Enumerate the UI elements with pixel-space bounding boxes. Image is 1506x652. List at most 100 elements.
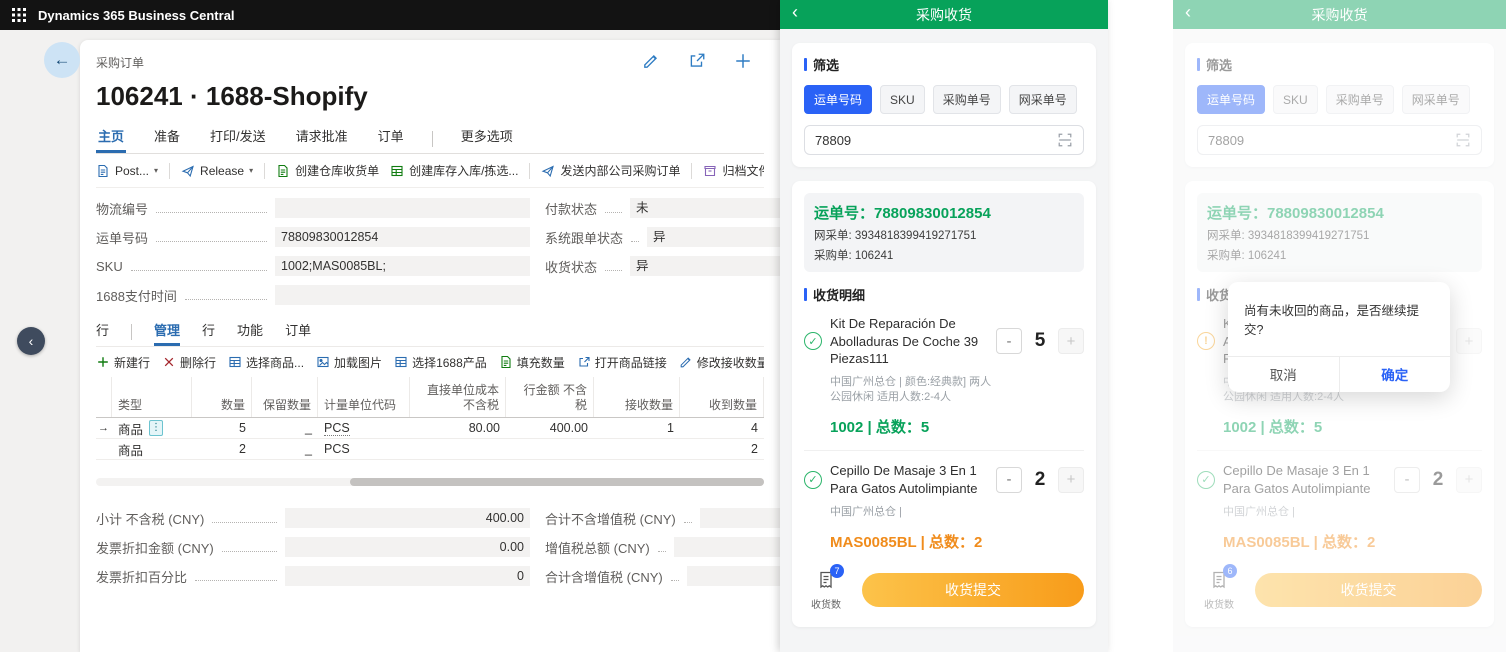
action-toolbar: Post...▾ Release▾ 创建仓库收货单 创建库存入库/拣选... 发… [96,154,764,188]
lines-tab-line[interactable]: 行 [202,320,215,346]
invoice-discount-pct-value: 0 [285,566,530,586]
col-uom[interactable]: 计量单位代码 [318,377,410,417]
filter-chip-web-po[interactable]: 网采单号 [1402,85,1470,114]
edit-button[interactable] [642,52,660,73]
field-row: 收货状态异 [545,256,780,276]
scrollbar-thumb[interactable] [350,478,764,486]
receiving-app-panel: ‹ 采购收货 筛选 运单号码 SKU 采购单号 网采单号 运单号：78809 [780,0,1108,652]
waybill-number: 运单号：78809830012854 [814,202,1074,223]
fill-quantity-button[interactable]: 填充数量 [499,354,565,371]
dialog-message: 尚有未收回的商品，是否继续提交? [1228,282,1450,356]
create-inventory-putaway-button[interactable]: 创建库存入库/拣选... [390,162,518,179]
submit-button[interactable]: 收货提交 [1255,573,1482,607]
load-image-button[interactable]: 加载图片 [316,354,382,371]
archive-document-button[interactable]: 归档文件 [703,162,764,179]
new-line-icon [96,355,110,369]
filter-chip-po[interactable]: 采购单号 [933,85,1001,114]
open-product-link-button[interactable]: 打开商品链接 [577,354,667,371]
delete-line-button[interactable]: 删除行 [162,354,216,371]
total-row: 增值税总额 (CNY) [545,537,780,557]
section-bar [1197,288,1200,301]
scan-icon[interactable] [1057,132,1073,148]
lines-tab-order[interactable]: 订单 [285,320,311,346]
back-button[interactable]: ← [44,42,80,78]
new-line-button[interactable]: 新建行 [96,354,150,371]
qty-increase-button[interactable]: + [1058,328,1084,354]
col-qty-to-receive[interactable]: 接收数量 [594,377,680,417]
tab-prepare[interactable]: 准备 [152,126,182,153]
pay-time-value [275,285,530,305]
open-link-icon [577,355,591,369]
load-image-icon [316,355,330,369]
item-name: Kit De Reparación De Abolladuras De Coch… [830,315,988,368]
select-item-icon [228,355,242,369]
filter-chip-po[interactable]: 采购单号 [1326,85,1394,114]
filter-chip-sku[interactable]: SKU [880,85,925,114]
waybill-summary: 运单号：78809830012854 网采单: 3934818399419271… [804,193,1084,272]
tab-home[interactable]: 主页 [96,126,126,153]
inventory-putaway-icon [390,164,404,178]
col-reserved[interactable]: 保留数量 [252,377,318,417]
back-icon[interactable]: ‹ [1185,3,1191,21]
vat-amount-value [674,537,780,557]
table-row[interactable]: 商品 2 _ PCS 2 [96,439,764,460]
receipt-count-button[interactable]: 7 收货数 [804,570,848,611]
col-line-amount[interactable]: 行金额 不含税 [506,377,594,417]
chevron-down-icon[interactable]: ▾ [249,166,253,175]
select-1688-product-button[interactable]: 选择1688产品 [394,354,487,371]
tab-more-options[interactable]: 更多选项 [459,126,515,153]
lines-tab-manage[interactable]: 管理 [154,320,180,346]
col-quantity[interactable]: 数量 [192,377,252,417]
page-title: 106241 · 1688-Shopify [96,81,780,112]
scan-icon[interactable] [1455,132,1471,148]
payment-status-value: 未 [630,198,780,218]
pane-collapse-button[interactable]: ‹ [17,327,45,355]
item-meta: 中国广州总仓 | 颜色:经典款] 两人公园休闲 适用人数:2-4人 [830,375,1002,406]
quantity-stepper: - 2 + [996,467,1084,493]
select-item-button[interactable]: 选择商品... [228,354,304,371]
web-order-number: 网采单: 3934818399419271751 [1207,227,1472,243]
filter-chip-waybill[interactable]: 运单号码 [804,85,872,114]
filter-chip-waybill[interactable]: 运单号码 [1197,85,1265,114]
modify-receive-qty-button[interactable]: 修改接收数量 [679,354,764,371]
header-fields: 物流编号 运单号码78809830012854 SKU1002;MAS0085B… [96,198,780,305]
row-menu-icon[interactable]: ⋮ [149,420,163,436]
create-warehouse-receipt-button[interactable]: 创建仓库收货单 [276,162,379,179]
col-unit-cost[interactable]: 直接单位成本 不含税 [410,377,506,417]
release-button[interactable]: Release▾ [181,164,253,178]
receipt-count-button[interactable]: 6 收货数 [1197,570,1241,611]
lines-action-bar: 新建行 删除行 选择商品... 加载图片 选择1688产品 填充数量 打开商品链… [96,347,764,377]
filter-chip-sku[interactable]: SKU [1273,85,1318,114]
tab-request-approval[interactable]: 请求批准 [294,126,350,153]
table-row[interactable]: → 商品⋮ 5 _ PCS 80.00 400.00 1 4 [96,418,764,439]
qty-decrease-button[interactable]: - [1394,467,1420,493]
share-button[interactable] [688,52,706,73]
field-row: 1688支付时间 [96,285,530,305]
post-button[interactable]: Post...▾ [96,164,158,178]
search-input[interactable] [1208,133,1455,148]
col-qty-received[interactable]: 收到数量 [680,377,764,417]
app-launcher-icon[interactable] [12,8,26,22]
item-meta: 中国广州总仓 | [1223,505,1395,520]
qty-increase-button[interactable]: + [1058,467,1084,493]
filter-chip-web-po[interactable]: 网采单号 [1009,85,1077,114]
tab-order[interactable]: 订单 [376,126,406,153]
qty-increase-button[interactable]: + [1456,328,1482,354]
back-icon[interactable]: ‹ [792,3,798,21]
qty-decrease-button[interactable]: - [996,467,1022,493]
lines-tab-functions[interactable]: 功能 [237,320,263,346]
receipt-count-badge: 6 [1223,564,1237,578]
add-button[interactable] [734,52,752,73]
submit-button[interactable]: 收货提交 [862,573,1084,607]
send-intercompany-po-button[interactable]: 发送内部公司采购订单 [541,162,680,179]
qty-decrease-button[interactable]: - [996,328,1022,354]
tab-print-send[interactable]: 打印/发送 [208,126,268,153]
qty-increase-button[interactable]: + [1456,467,1482,493]
dialog-cancel-button[interactable]: 取消 [1228,357,1340,392]
row-selector-header [96,377,112,417]
search-input[interactable] [815,133,1057,148]
horizontal-scrollbar[interactable] [96,478,764,486]
dialog-confirm-button[interactable]: 确定 [1340,357,1451,392]
chevron-down-icon[interactable]: ▾ [154,166,158,175]
col-type[interactable]: 类型 [112,377,192,417]
